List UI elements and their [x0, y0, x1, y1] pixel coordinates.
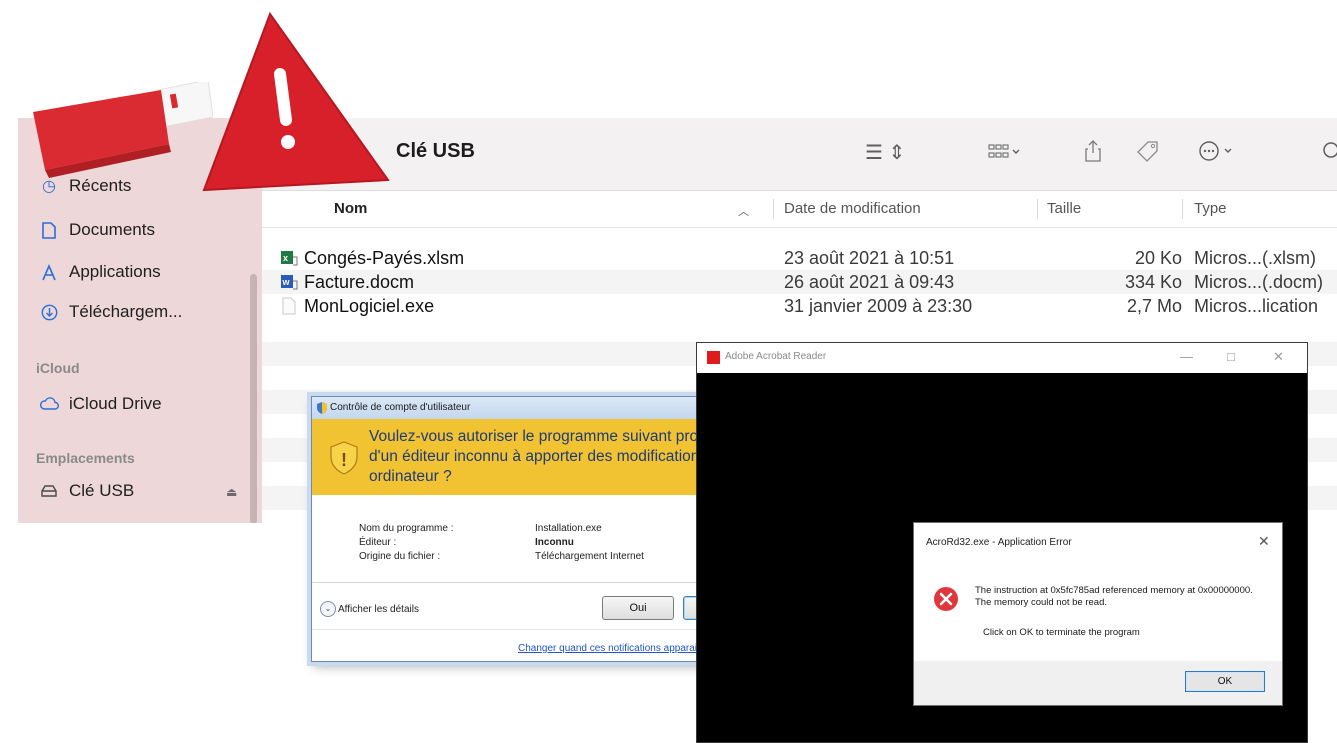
- sidebar-heading-icloud: iCloud: [36, 360, 80, 376]
- close-button[interactable]: ✕: [1258, 533, 1270, 550]
- file-name: MonLogiciel.exe: [304, 296, 435, 316]
- download-icon: [38, 304, 60, 321]
- sidebar-item-downloads[interactable]: Téléchargem...: [38, 298, 182, 326]
- sidebar-item-label: Documents: [69, 220, 155, 239]
- column-header: Nom ︿ Date de modification Taille Type: [262, 191, 1337, 228]
- sidebar-item-documents[interactable]: Documents: [38, 216, 155, 244]
- file-name: Congés-Payés.xlsm: [304, 248, 465, 268]
- file-date: 31 janvier 2009 à 23:30: [784, 296, 973, 316]
- excel-file-icon: x: [281, 251, 298, 266]
- sidebar-item-label: Applications: [69, 262, 161, 281]
- origin-label: Origine du fichier :: [359, 551, 441, 562]
- acrobat-logo-icon: [707, 351, 720, 364]
- file-size: 334 Ko: [1124, 272, 1182, 292]
- sidebar-item-usb[interactable]: Clé USB: [38, 477, 134, 505]
- file-date: 26 août 2021 à 09:43: [784, 272, 955, 292]
- publisher-label: Éditeur :: [359, 537, 397, 548]
- search-icon[interactable]: [1322, 140, 1337, 168]
- file-type: Micros...lication: [1194, 296, 1319, 316]
- maximize-button[interactable]: □: [1227, 349, 1235, 364]
- error-message: The instruction at 0x5fc785ad referenced…: [975, 585, 1253, 608]
- error-instruction: Click on OK to terminate the program: [983, 627, 1140, 638]
- acrobat-title: Adobe Acrobat Reader: [725, 351, 827, 362]
- file-row[interactable]: MonLogiciel.exe 31 janvier 2009 à 23:30 …: [262, 294, 1337, 318]
- shield-icon: [317, 402, 327, 414]
- svg-text:w: w: [282, 277, 291, 287]
- yes-button[interactable]: Oui: [602, 596, 674, 620]
- error-title: AcroRd32.exe - Application Error: [926, 537, 1072, 548]
- notification-settings-link[interactable]: Changer quand ces notifications apparais…: [518, 643, 721, 654]
- chevron-down-icon[interactable]: ⌄: [320, 601, 336, 617]
- more-icon[interactable]: [1198, 140, 1238, 168]
- usb-stick-illustration: [33, 82, 213, 178]
- generic-file-icon: [282, 297, 296, 315]
- eject-icon[interactable]: ⏏: [226, 485, 237, 499]
- file-type: Micros...(.docm): [1194, 272, 1324, 292]
- cloud-icon: [38, 397, 60, 411]
- sidebar-scrollbar[interactable]: [250, 274, 257, 523]
- file-row[interactable]: x Congés-Payés.xlsm 23 août 2021 à 10:51…: [262, 246, 1337, 270]
- warning-triangle-icon: [202, 12, 390, 192]
- error-icon: [934, 587, 958, 611]
- word-file-icon: w: [281, 275, 298, 290]
- ok-button[interactable]: OK: [1185, 671, 1265, 692]
- file-date: 23 août 2021 à 10:51: [784, 248, 955, 268]
- share-icon[interactable]: [1085, 140, 1101, 168]
- column-divider: [773, 199, 774, 219]
- column-date[interactable]: Date de modification: [784, 200, 921, 217]
- finder-toolbar: Clé USB ☰ ⇕: [262, 118, 1337, 191]
- drive-icon: [38, 484, 60, 498]
- svg-text:!: !: [341, 450, 347, 470]
- document-icon: [38, 221, 60, 239]
- tag-icon[interactable]: [1136, 140, 1160, 168]
- list-view-icon[interactable]: ☰ ⇕: [865, 140, 905, 165]
- error-dialog: AcroRd32.exe - Application Error ✕ The i…: [913, 522, 1283, 706]
- applications-icon: [38, 263, 60, 281]
- file-row[interactable]: w Facture.docm 26 août 2021 à 09:43 334 …: [262, 270, 1337, 294]
- column-divider: [1182, 199, 1183, 219]
- warning-shield-icon: !: [330, 441, 358, 475]
- sidebar-item-label: iCloud Drive: [69, 394, 162, 413]
- minimize-button[interactable]: —: [1180, 349, 1193, 364]
- close-button[interactable]: ✕: [1273, 349, 1284, 365]
- sidebar-item-label: Téléchargem...: [69, 302, 183, 321]
- sort-ascending-icon[interactable]: ︿: [738, 203, 749, 219]
- file-size: 2,7 Mo: [1126, 296, 1182, 316]
- column-name[interactable]: Nom: [334, 200, 367, 217]
- program-label: Nom du programme :: [359, 523, 454, 534]
- svg-text:x: x: [283, 253, 288, 263]
- acrobat-titlebar: Adobe Acrobat Reader — □ ✕: [697, 343, 1307, 373]
- origin-value: Téléchargement Internet: [535, 551, 644, 562]
- file-type: Micros...(.xlsm): [1194, 248, 1316, 268]
- column-size[interactable]: Taille: [1047, 200, 1081, 217]
- sidebar-heading-locations: Emplacements: [36, 450, 135, 466]
- sidebar-item-label: Clé USB: [69, 481, 135, 500]
- program-value: Installation.exe: [535, 523, 602, 534]
- publisher-value: Inconnu: [535, 537, 574, 548]
- file-size: 20 Ko: [1134, 248, 1182, 268]
- sidebar-item-applications[interactable]: Applications: [38, 258, 161, 286]
- column-type[interactable]: Type: [1194, 200, 1227, 217]
- sidebar-item-icloud-drive[interactable]: iCloud Drive: [38, 390, 162, 418]
- column-divider: [1037, 199, 1038, 219]
- file-name: Facture.docm: [304, 272, 415, 292]
- show-details-link[interactable]: Afficher les détails: [338, 604, 419, 615]
- uac-title: Contrôle de compte d'utilisateur: [330, 402, 471, 413]
- window-title: Clé USB: [396, 140, 475, 162]
- group-icon[interactable]: [988, 143, 1022, 167]
